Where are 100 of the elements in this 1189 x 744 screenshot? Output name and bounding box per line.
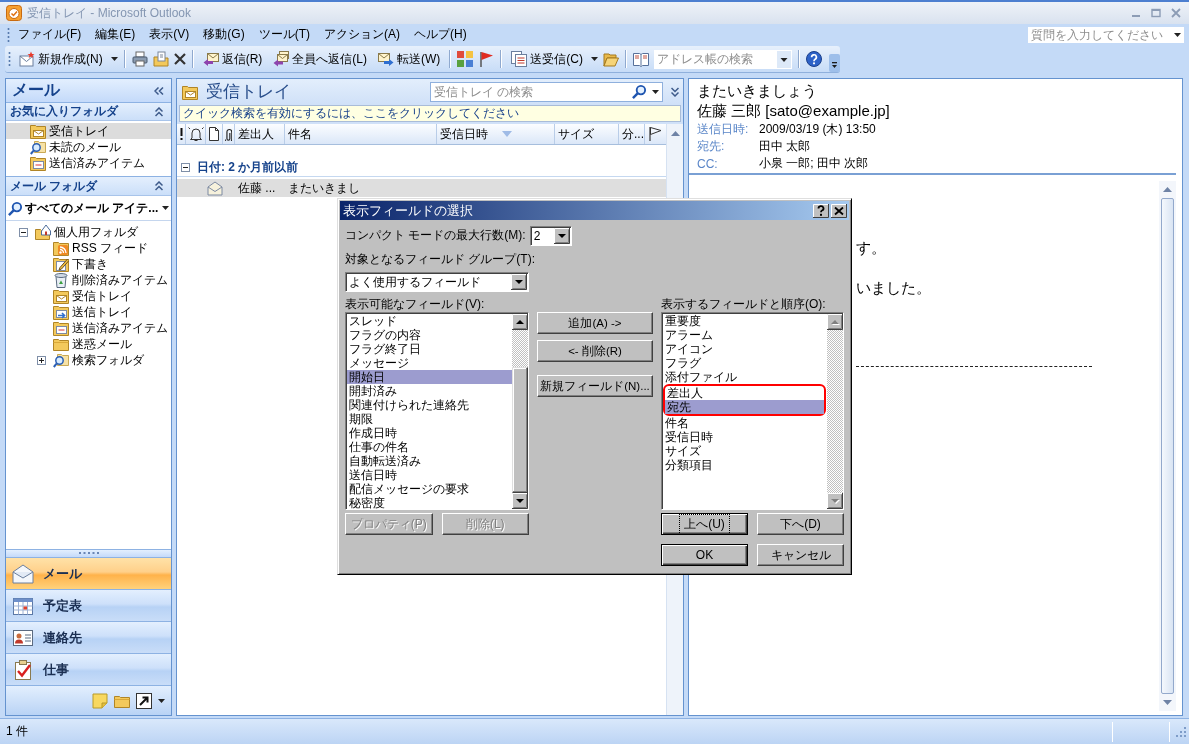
list-item[interactable]: 分類項目 xyxy=(663,458,827,472)
field-list[interactable]: スレッド フラグの内容 フラグ終了日 メッセージ 開始日 開封済み 関連付けられた連絡先 期限 作成日時 仕事の件名 自動転送済み 送信日時 配信メッセージの要求 秘密度 xyxy=(345,312,529,510)
collapse-toggle-icon[interactable] xyxy=(181,162,190,172)
menu-item[interactable]: 表示(V) xyxy=(143,25,196,44)
flag-outline-icon[interactable] xyxy=(647,126,663,142)
folder-item[interactable]: 送信済みアイテム xyxy=(53,319,170,337)
folder-item[interactable]: 下書き xyxy=(53,255,110,273)
nav-button[interactable]: 連絡先 xyxy=(6,621,171,653)
help-icon[interactable] xyxy=(813,203,829,218)
menu-item[interactable]: 移動(G) xyxy=(197,25,251,44)
folder-item[interactable]: 未読のメール xyxy=(6,139,171,155)
address-search-field[interactable]: アドレス帳の検索 xyxy=(654,49,792,69)
folder-item[interactable]: RSS フィード xyxy=(53,239,150,257)
menu-item[interactable]: ファイル(F) xyxy=(12,25,88,44)
view-dropdown[interactable]: すべてのメール アイテ... xyxy=(8,199,169,217)
toolbar-button[interactable]: 返信(R) xyxy=(199,48,266,70)
folder-item[interactable]: 検索フォルダ xyxy=(53,351,146,369)
arrow-up-icon[interactable] xyxy=(512,314,528,330)
dialog-button[interactable]: 追加(A) -> xyxy=(537,312,653,334)
grip-icon[interactable] xyxy=(78,552,99,555)
dialog-button[interactable]: <- 削除(R) xyxy=(537,340,653,362)
dialog-button[interactable]: 新規フィールド(N)... xyxy=(537,375,653,397)
list-item[interactable]: 自動転送済み xyxy=(347,454,512,468)
close-icon[interactable] xyxy=(831,203,847,218)
paperclip-icon[interactable] xyxy=(225,127,232,141)
list-item[interactable]: 配信メッセージの要求 xyxy=(347,482,512,496)
shortcut-icon[interactable] xyxy=(136,692,152,709)
list-item[interactable]: スレッド xyxy=(347,314,512,328)
document-icon[interactable] xyxy=(206,126,222,142)
arrow-up-icon[interactable] xyxy=(827,314,843,330)
double-chevron-down-icon[interactable] xyxy=(671,86,679,97)
list-item[interactable]: 期限 xyxy=(347,412,512,426)
cross-icon[interactable] xyxy=(173,53,186,65)
message-row[interactable]: 佐藤 ... またいきまし xyxy=(177,179,666,197)
book-icon[interactable] xyxy=(633,51,649,67)
column-header[interactable]: 分... xyxy=(619,124,645,144)
folder-item[interactable]: 削除済みアイテム xyxy=(53,271,170,289)
column-header[interactable]: 件名 xyxy=(285,124,437,144)
toolbar-options-icon[interactable] xyxy=(829,54,840,72)
list-item[interactable]: 送信日時 xyxy=(347,468,512,482)
caret-icon[interactable] xyxy=(591,57,598,61)
list-item[interactable]: 差出人 xyxy=(665,386,824,400)
question-field[interactable]: 質問を入力してください xyxy=(1027,25,1185,44)
grip-icon[interactable] xyxy=(7,26,10,43)
search-field[interactable]: 受信トレイ の検索 xyxy=(430,81,663,102)
folder-item[interactable]: 受信トレイ xyxy=(53,287,134,305)
caret-icon[interactable] xyxy=(1174,32,1181,37)
exclamation-icon[interactable] xyxy=(179,128,183,140)
list-item[interactable]: 開始日 xyxy=(347,370,512,384)
dialog-button[interactable]: 下へ(D) xyxy=(757,513,844,535)
rows-dropdown[interactable]: 2 xyxy=(529,225,572,246)
menu-item[interactable]: ツール(T) xyxy=(252,25,316,44)
new-button[interactable]: 新規作成(N) xyxy=(16,48,106,70)
send-receive-button[interactable]: 送受信(C) xyxy=(508,48,586,70)
field-list[interactable]: 重要度 アラーム アイコン フラグ 添付ファイル 差出人 宛先 件名 受信日時 サイズ 分類項目 xyxy=(661,312,844,510)
toolbar-button[interactable]: 全員へ返信(L) xyxy=(270,48,370,70)
printer-icon[interactable] xyxy=(131,51,148,67)
field-group-dropdown[interactable]: よく使用するフィールド xyxy=(345,272,529,292)
nav-button[interactable]: 予定表 xyxy=(6,589,171,621)
folder-item[interactable]: 個人用フォルダ xyxy=(35,223,140,241)
search-icon[interactable] xyxy=(632,84,647,99)
menu-item[interactable]: 編集(E) xyxy=(89,25,142,44)
column-header[interactable]: サイズ xyxy=(555,124,619,144)
menu-item[interactable]: ヘルプ(H) xyxy=(408,25,473,44)
toolbar-button[interactable]: 転送(W) xyxy=(375,48,444,70)
dialog-button[interactable]: 上へ(U) xyxy=(661,513,748,535)
squares-icon[interactable] xyxy=(457,51,474,67)
resize-grip-icon[interactable] xyxy=(1176,726,1186,737)
column-header[interactable]: 受信日時 xyxy=(437,124,555,144)
list-item[interactable]: 受信日時 xyxy=(663,430,827,444)
scroll-thumb[interactable] xyxy=(1161,198,1174,694)
list-item[interactable]: 重要度 xyxy=(663,314,827,328)
nav-button[interactable]: メール xyxy=(6,557,171,589)
list-item[interactable]: アイコン xyxy=(663,342,827,356)
folder-item[interactable]: 送信トレイ xyxy=(53,303,134,321)
list-item[interactable]: フラグ終了日 xyxy=(347,342,512,356)
list-item[interactable]: 仕事の件名 xyxy=(347,440,512,454)
list-item[interactable]: 開封済み xyxy=(347,384,512,398)
caret-icon[interactable] xyxy=(652,89,659,94)
bell-icon[interactable] xyxy=(187,126,204,142)
collapse-toggle-icon[interactable] xyxy=(19,227,28,237)
dropdown-arrow-icon[interactable] xyxy=(511,274,527,290)
info-bar[interactable]: クイック検索を有効にするには、ここをクリックしてください xyxy=(179,105,681,122)
nav-button[interactable]: 仕事 xyxy=(6,653,171,685)
list-item[interactable]: メッセージ xyxy=(347,356,512,370)
list-item[interactable]: 件名 xyxy=(663,416,827,430)
list-item[interactable]: サイズ xyxy=(663,444,827,458)
dialog-button[interactable]: キャンセル xyxy=(757,544,844,566)
list-item[interactable]: アラーム xyxy=(663,328,827,342)
double-chevron-left-icon[interactable] xyxy=(154,86,164,95)
column-header[interactable]: 差出人 xyxy=(235,124,285,144)
list-item[interactable]: 添付ファイル xyxy=(663,370,827,384)
folder-item[interactable]: 迷惑メール xyxy=(53,335,134,353)
dropdown-arrow-icon[interactable] xyxy=(553,227,570,244)
list-item[interactable]: 秘密度 xyxy=(347,496,512,510)
help-icon[interactable] xyxy=(806,51,822,67)
dialog-button[interactable]: OK xyxy=(661,544,748,566)
grip-icon[interactable] xyxy=(8,51,11,67)
list-item[interactable]: フラグの内容 xyxy=(347,328,512,342)
arrow-down-icon[interactable] xyxy=(827,493,843,509)
